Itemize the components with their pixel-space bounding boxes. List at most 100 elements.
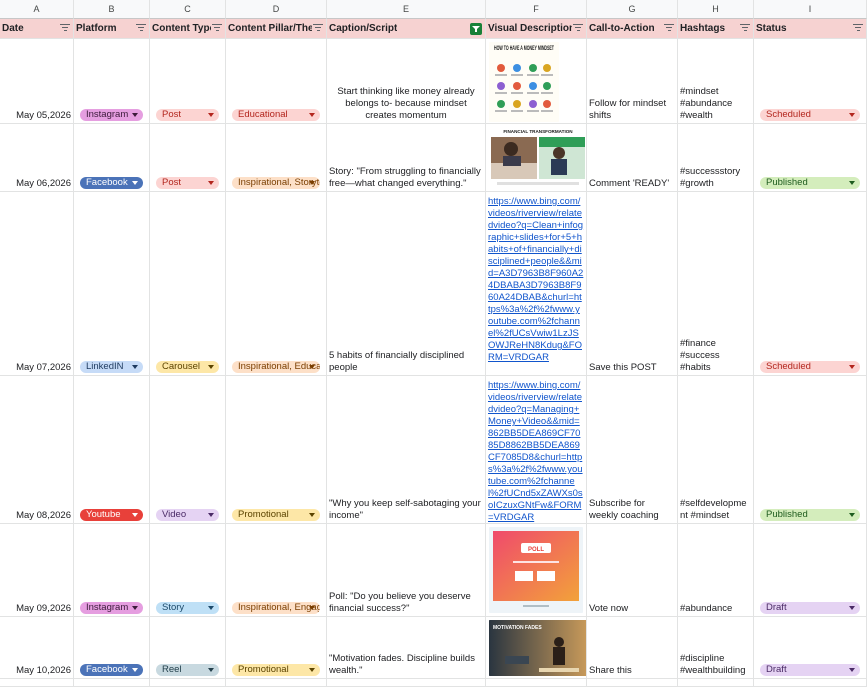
pillar-cell[interactable]: Promotional — [226, 376, 327, 524]
filter-lines-icon[interactable] — [60, 24, 70, 33]
empty-cell[interactable] — [587, 679, 678, 687]
status-cell[interactable]: Published — [754, 376, 867, 524]
column-letter-e[interactable]: E — [327, 0, 486, 19]
content-type-cell[interactable]: Video — [150, 376, 226, 524]
header-caption[interactable]: Caption/Script — [327, 19, 486, 39]
date-cell[interactable]: May 09,2026 — [0, 524, 74, 617]
cta-cell[interactable]: Vote now — [587, 524, 678, 617]
header-hashtags[interactable]: Hashtags — [678, 19, 754, 39]
pillar-chip[interactable]: Promotional — [232, 509, 320, 521]
column-letter-b[interactable]: B — [74, 0, 150, 19]
motivation-fades-thumbnail[interactable]: MOTIVATION FADES — [489, 620, 586, 676]
platform-cell[interactable]: Instagram — [74, 39, 150, 124]
pillar-cell[interactable]: Inspirational, Engagement — [226, 524, 327, 617]
header-platform[interactable]: Platform — [74, 19, 150, 39]
pillar-cell[interactable]: Inspirational, Educational — [226, 192, 327, 376]
status-chip[interactable]: Scheduled — [760, 109, 860, 121]
platform-cell[interactable]: Facebook — [74, 124, 150, 192]
platform-cell[interactable]: Youtube — [74, 376, 150, 524]
filter-lines-icon[interactable] — [212, 24, 222, 33]
header-content-type[interactable]: Content Type — [150, 19, 226, 39]
poll-story-thumbnail[interactable]: POLL — [489, 527, 583, 613]
hashtags-cell[interactable]: #selfdevelopment #mindset — [678, 376, 754, 524]
funnel-icon[interactable] — [470, 23, 482, 35]
content-type-chip[interactable]: Reel — [156, 664, 219, 676]
status-chip[interactable]: Scheduled — [760, 361, 860, 373]
header-visual-description[interactable]: Visual Description — [486, 19, 587, 39]
content-type-chip[interactable]: Post — [156, 109, 219, 121]
content-type-cell[interactable]: Story — [150, 524, 226, 617]
status-chip[interactable]: Draft — [760, 664, 860, 676]
visual-cell[interactable]: HOW TO HAVE A MONEY MINDSET — [486, 39, 587, 124]
status-cell[interactable]: Draft — [754, 617, 867, 679]
pillar-cell[interactable]: Promotional — [226, 617, 327, 679]
visual-link[interactable]: https://www.bing.com/videos/riverview/re… — [488, 196, 584, 364]
empty-cell[interactable] — [754, 679, 867, 687]
money-mindset-thumbnail[interactable]: HOW TO HAVE A MONEY MINDSET — [489, 42, 559, 122]
platform-chip[interactable]: LinkedIN — [80, 361, 143, 373]
platform-chip[interactable]: Facebook — [80, 664, 143, 676]
hashtags-cell[interactable]: #abundance — [678, 524, 754, 617]
pillar-chip[interactable]: Inspirational, Storytelling — [232, 177, 320, 189]
caption-cell[interactable]: Poll: "Do you believe you deserve financ… — [327, 524, 486, 617]
content-type-chip[interactable]: Carousel — [156, 361, 219, 373]
column-letter-d[interactable]: D — [226, 0, 327, 19]
filter-lines-icon[interactable] — [573, 24, 583, 33]
filter-lines-icon[interactable] — [740, 24, 750, 33]
cta-cell[interactable]: Follow for mindset shifts — [587, 39, 678, 124]
visual-cell[interactable]: FINANCIAL TRANSFORMATION — [486, 124, 587, 192]
platform-cell[interactable]: Facebook — [74, 617, 150, 679]
status-cell[interactable]: Published — [754, 124, 867, 192]
platform-chip[interactable]: Instagram — [80, 602, 143, 614]
filter-lines-icon[interactable] — [313, 24, 323, 33]
cta-cell[interactable]: Share this — [587, 617, 678, 679]
caption-cell[interactable]: Story: "From struggling to financially f… — [327, 124, 486, 192]
header-status[interactable]: Status — [754, 19, 867, 39]
pillar-chip[interactable]: Inspirational, Engagement — [232, 602, 320, 614]
date-cell[interactable]: May 05,2026 — [0, 39, 74, 124]
column-letter-c[interactable]: C — [150, 0, 226, 19]
filter-lines-icon[interactable] — [853, 24, 863, 33]
empty-cell[interactable] — [678, 679, 754, 687]
caption-cell[interactable]: "Why you keep self-sabotaging your incom… — [327, 376, 486, 524]
visual-cell[interactable]: https://www.bing.com/videos/riverview/re… — [486, 192, 587, 376]
caption-cell[interactable]: Start thinking like money already belong… — [327, 39, 486, 124]
content-type-cell[interactable]: Post — [150, 39, 226, 124]
caption-cell[interactable]: "Motivation fades. Discipline builds wea… — [327, 617, 486, 679]
column-letter-g[interactable]: G — [587, 0, 678, 19]
status-chip[interactable]: Published — [760, 177, 860, 189]
cta-cell[interactable]: Subscribe for weekly coaching — [587, 376, 678, 524]
platform-chip[interactable]: Youtube — [80, 509, 143, 521]
caption-cell[interactable]: 5 habits of financially disciplined peop… — [327, 192, 486, 376]
empty-cell[interactable] — [327, 679, 486, 687]
platform-chip[interactable]: Instagram — [80, 109, 143, 121]
pillar-chip[interactable]: Educational — [232, 109, 320, 121]
content-type-cell[interactable]: Post — [150, 124, 226, 192]
date-cell[interactable]: May 08,2026 — [0, 376, 74, 524]
date-cell[interactable]: May 07,2026 — [0, 192, 74, 376]
hashtags-cell[interactable]: #mindset #abundance #wealth — [678, 39, 754, 124]
financial-transformation-thumbnail[interactable]: FINANCIAL TRANSFORMATION — [489, 127, 586, 189]
status-cell[interactable]: Scheduled — [754, 192, 867, 376]
date-cell[interactable]: May 10,2026 — [0, 617, 74, 679]
empty-cell[interactable] — [486, 679, 587, 687]
empty-cell[interactable] — [74, 679, 150, 687]
platform-cell[interactable]: LinkedIN — [74, 192, 150, 376]
visual-cell[interactable]: POLL — [486, 524, 587, 617]
status-cell[interactable]: Scheduled — [754, 39, 867, 124]
header-content-pillar[interactable]: Content Pillar/Theme — [226, 19, 327, 39]
content-type-cell[interactable]: Reel — [150, 617, 226, 679]
pillar-cell[interactable]: Educational — [226, 39, 327, 124]
hashtags-cell[interactable]: #discipline #wealthbuilding — [678, 617, 754, 679]
empty-cell[interactable] — [150, 679, 226, 687]
filter-lines-icon[interactable] — [664, 24, 674, 33]
cta-cell[interactable]: Save this POST — [587, 192, 678, 376]
empty-cell[interactable] — [226, 679, 327, 687]
status-cell[interactable]: Draft — [754, 524, 867, 617]
cta-cell[interactable]: Comment 'READY' — [587, 124, 678, 192]
hashtags-cell[interactable]: #successstory #growth — [678, 124, 754, 192]
content-type-chip[interactable]: Video — [156, 509, 219, 521]
filter-lines-icon[interactable] — [136, 24, 146, 33]
platform-chip[interactable]: Facebook — [80, 177, 143, 189]
header-date[interactable]: Date — [0, 19, 74, 39]
